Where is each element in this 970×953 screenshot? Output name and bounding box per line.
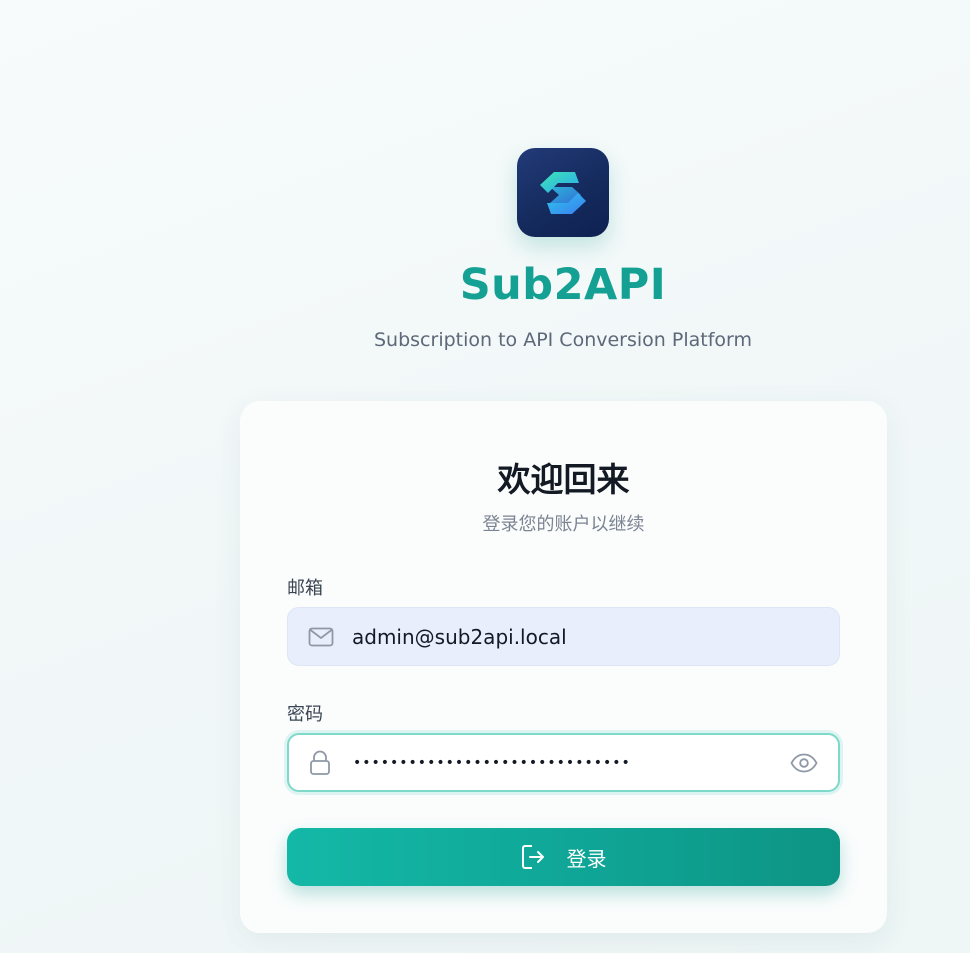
eye-icon[interactable] bbox=[790, 753, 818, 773]
login-button[interactable]: 登录 bbox=[287, 828, 840, 886]
lock-icon bbox=[309, 750, 331, 776]
brand-tagline: Subscription to API Conversion Platform bbox=[374, 329, 752, 351]
password-field[interactable]: •••••••••••••••••••••••••••••• bbox=[287, 733, 840, 792]
password-value[interactable]: •••••••••••••••••••••••••••••• bbox=[353, 755, 631, 771]
email-field[interactable]: admin@sub2api.local bbox=[287, 607, 840, 666]
brand-name: Sub2API bbox=[459, 260, 667, 310]
card-subtitle: 登录您的账户以继续 bbox=[482, 514, 645, 535]
s-logo-icon bbox=[540, 171, 586, 214]
email-label: 邮箱 bbox=[287, 578, 323, 599]
mail-icon bbox=[308, 627, 334, 647]
login-card: 欢迎回来 登录您的账户以继续 邮箱 admin@sub2api.local 密码… bbox=[240, 401, 887, 933]
login-button-label: 登录 bbox=[566, 846, 607, 871]
card-title: 欢迎回来 bbox=[497, 460, 630, 499]
email-value[interactable]: admin@sub2api.local bbox=[352, 625, 567, 649]
password-label: 密码 bbox=[287, 704, 323, 725]
login-icon bbox=[521, 844, 545, 870]
app-logo bbox=[517, 148, 609, 237]
